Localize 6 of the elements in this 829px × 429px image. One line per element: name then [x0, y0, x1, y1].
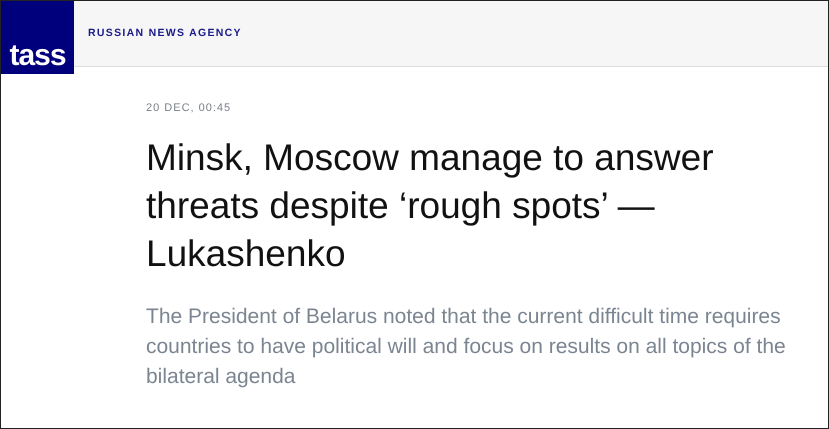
headline: Minsk, Moscow manage to answer threats despite ‘rough spots’ — Lukashenko: [146, 136, 715, 276]
logo-block[interactable]: tass: [1, 1, 74, 74]
article-date: 20 DEC, 00:45: [146, 102, 232, 114]
lead-paragraph: The President of Belarus noted that the current difficult time requires countries to have political will and focus on results on all topics of the bilateral agenda: [146, 304, 786, 390]
tagline: RUSSIAN NEWS AGENCY: [88, 27, 242, 39]
logo-text: tass: [9, 41, 66, 74]
